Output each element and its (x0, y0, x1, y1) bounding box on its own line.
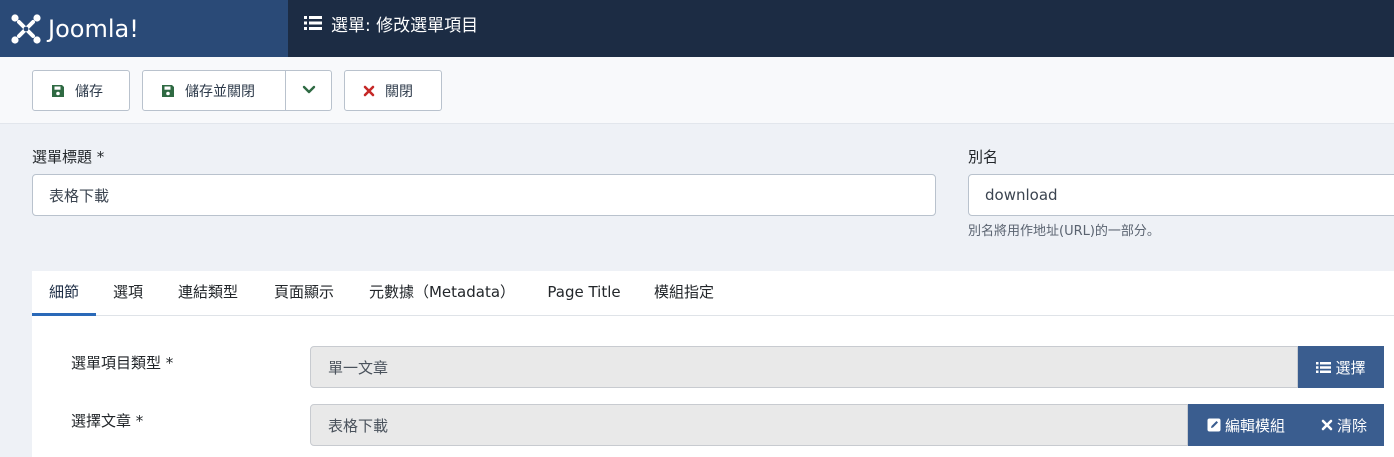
alias-input[interactable]: download (968, 174, 1394, 216)
clear-button[interactable]: 清除 (1304, 404, 1384, 446)
joomla-logo-icon (10, 13, 42, 45)
close-icon (363, 85, 375, 97)
selected-article-field: 表格下載 (310, 404, 1188, 446)
save-icon (161, 84, 175, 98)
list-icon (304, 15, 322, 31)
tab-metadata[interactable]: 元數據（Metadata） (352, 271, 532, 316)
tab-module-assignment[interactable]: 模組指定 (636, 271, 732, 316)
edit-icon (1207, 418, 1221, 432)
menu-item-type-label: 選單項目類型 * (71, 354, 174, 372)
edit-module-label: 編輯模組 (1224, 416, 1285, 435)
tab-page-display[interactable]: 頁面顯示 (256, 271, 352, 316)
tab-details[interactable]: 細節 (32, 271, 96, 316)
top-header: Joomla! 選單: 修改選單項目 (0, 0, 1394, 57)
logo-text: Joomla! (48, 14, 139, 43)
tabs-panel: 細節 選項 連結類型 頁面顯示 元數據（Metadata） Page Title… (32, 271, 1394, 457)
page-title-text: 選單: 修改選單項目 (331, 15, 479, 36)
select-type-label: 選擇 (1335, 358, 1366, 377)
joomla-logo[interactable]: Joomla! (0, 0, 288, 57)
chevron-down-icon (302, 83, 316, 99)
menu-item-type-field: 單一文章 (310, 346, 1298, 388)
list-icon (1316, 361, 1332, 374)
save-and-close-button[interactable]: 儲存並關閉 (142, 70, 332, 111)
save-options-dropdown[interactable] (286, 71, 332, 110)
edit-module-button[interactable]: 編輯模組 (1188, 404, 1304, 446)
save-button[interactable]: 儲存 (32, 70, 130, 111)
save-and-close-label: 儲存並關閉 (185, 83, 255, 100)
select-type-button[interactable]: 選擇 (1298, 346, 1384, 388)
alias-help-text: 別名將用作地址(URL)的一部分。 (968, 224, 1160, 239)
save-label: 儲存 (75, 83, 103, 100)
toolbar: 儲存 儲存並關閉 關閉 (0, 57, 1394, 124)
alias-label: 別名 (968, 148, 999, 166)
tab-options[interactable]: 選項 (96, 271, 160, 316)
close-label: 關閉 (385, 83, 413, 100)
close-icon (1321, 419, 1333, 431)
tab-page-title[interactable]: Page Title (532, 271, 636, 316)
close-button[interactable]: 關閉 (344, 70, 442, 111)
clear-label: 清除 (1336, 416, 1367, 435)
select-article-label: 選擇文章 * (71, 412, 144, 430)
page-title: 選單: 修改選單項目 (304, 0, 478, 46)
menu-title-input[interactable]: 表格下載 (32, 174, 936, 216)
tab-bar: 細節 選項 連結類型 頁面顯示 元數據（Metadata） Page Title… (32, 271, 1394, 316)
menu-title-label: 選單標題 * (32, 148, 105, 166)
save-icon (51, 84, 65, 98)
tab-link-type[interactable]: 連結類型 (160, 271, 256, 316)
